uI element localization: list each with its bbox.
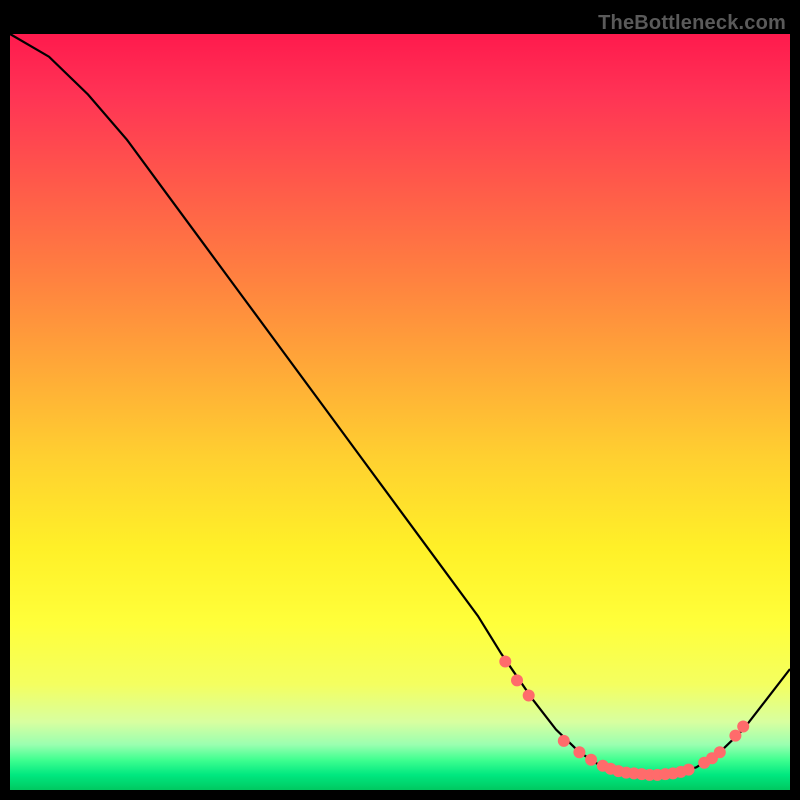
marker-point: [573, 746, 585, 758]
watermark-text: TheBottleneck.com: [598, 12, 786, 35]
marker-point: [499, 656, 511, 668]
marker-point: [737, 721, 749, 733]
marker-point: [585, 754, 597, 766]
bottleneck-curve: [10, 34, 790, 775]
chart-frame: TheBottleneck.com: [10, 10, 790, 790]
marker-point: [714, 746, 726, 758]
marker-point: [511, 674, 523, 686]
marker-point: [683, 764, 695, 776]
marker-point: [729, 730, 741, 742]
marker-point: [523, 690, 535, 702]
curve-layer: [10, 34, 790, 790]
curve-markers: [499, 656, 749, 781]
marker-point: [558, 735, 570, 747]
